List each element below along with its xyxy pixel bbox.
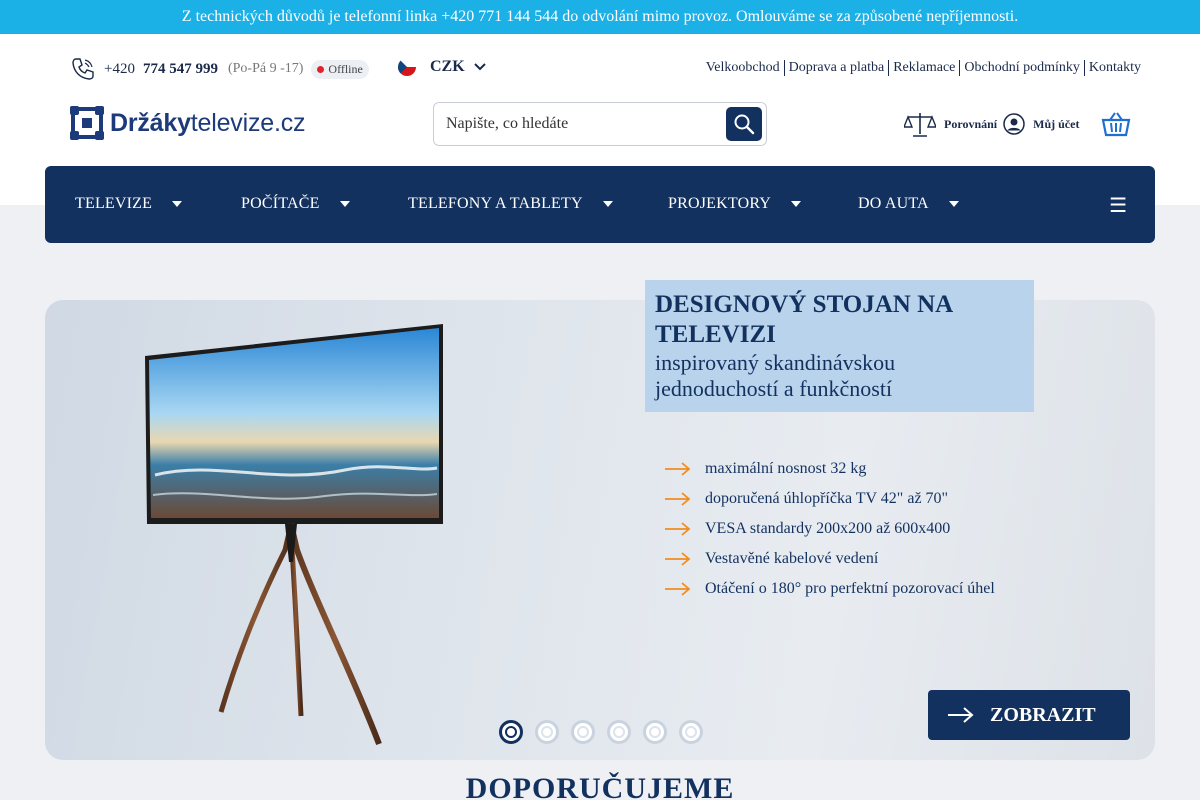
slider-dot[interactable] — [499, 720, 523, 744]
account-link[interactable]: Můj účet — [1033, 117, 1079, 132]
nav-item-label: TELEFONY A TABLETY — [408, 195, 583, 212]
status-label: Offline — [328, 61, 363, 76]
opening-hours: (Po-Pá 9 -17) — [227, 61, 304, 76]
logo-text: Držákytelevize.cz — [110, 108, 306, 138]
logo-text-light: televize.cz — [190, 108, 306, 137]
arrow-right-icon — [665, 522, 691, 536]
promo-subtitle: inspirovaný skandinávskou jednoduchostí … — [655, 350, 896, 401]
header-actions: Porovnání Můj účet — [904, 110, 1131, 138]
feature-text: Vestavěné kabelové vedení — [705, 550, 879, 567]
arrow-right-icon — [665, 552, 691, 566]
logo-bracket-icon — [70, 106, 104, 140]
contact-info: +420 774 547 999 (Po-Pá 9 -17) Offline — [70, 56, 369, 82]
scales-compare-icon[interactable] — [904, 110, 936, 138]
chevron-down-icon — [473, 63, 486, 71]
main-navigation: TELEVIZE POČÍTAČE TELEFONY A TABLETY PRO… — [45, 166, 1155, 243]
link-doprava-a-platba[interactable]: Doprava a platba — [783, 60, 889, 76]
feature-text: Otáčení o 180° pro perfektní pozorovací … — [705, 580, 995, 597]
promo-headline-box: DESIGNOVÝ STOJAN NA TELEVIZI inspirovaný… — [645, 280, 1034, 412]
feature-text: doporučená úhlopříčka TV 42" až 70" — [705, 490, 949, 507]
show-button-label: ZOBRAZIT — [990, 703, 1096, 726]
announcement-text: Z technických důvodů je telefonní linka … — [181, 8, 1019, 25]
link-kontakty[interactable]: Kontakty — [1083, 60, 1145, 76]
show-button[interactable]: ZOBRAZIT — [928, 690, 1130, 740]
shopping-basket-icon[interactable] — [1101, 111, 1131, 137]
arrow-right-icon — [665, 582, 691, 596]
logo-text-bold: Držáky — [110, 108, 191, 137]
search-input[interactable] — [446, 111, 716, 137]
feature-list: maximální nosnost 32 kg doporučená úhlop… — [665, 454, 995, 604]
status-badge: Offline — [311, 59, 369, 79]
caret-down-icon — [339, 201, 350, 207]
search-box — [433, 102, 767, 146]
promo-title: DESIGNOVÝ STOJAN NA TELEVIZI — [655, 291, 952, 348]
arrow-right-icon — [948, 707, 974, 723]
nav-item-telefony-a-tablety[interactable]: TELEFONY A TABLETY — [408, 195, 613, 213]
list-item: Otáčení o 180° pro perfektní pozorovací … — [665, 574, 995, 604]
user-account-icon[interactable] — [1003, 113, 1025, 135]
slider-dot[interactable] — [679, 720, 703, 744]
search-button[interactable] — [726, 107, 762, 141]
currency-selector[interactable]: CZK — [398, 58, 487, 76]
feature-text: VESA standardy 200x200 až 600x400 — [705, 520, 951, 537]
tv-stand-product-image — [145, 324, 443, 746]
slider-dot[interactable] — [643, 720, 667, 744]
link-obchodni-podminky[interactable]: Obchodní podmínky — [959, 60, 1084, 76]
slider-dot[interactable] — [571, 720, 595, 744]
czech-flag-icon — [398, 58, 416, 76]
nav-item-projektory[interactable]: PROJEKTORY — [668, 195, 802, 213]
search-icon — [734, 114, 755, 135]
nav-item-label: DO AUTA — [858, 195, 929, 212]
slider-dot[interactable] — [535, 720, 559, 744]
announcement-bar: Z technických důvodů je telefonní linka … — [0, 0, 1200, 34]
top-links: Velkoobchod Doprava a platba Reklamace O… — [702, 60, 1145, 76]
phone-prefix: +420 — [104, 60, 135, 77]
list-item: VESA standardy 200x200 až 600x400 — [665, 514, 995, 544]
compare-link[interactable]: Porovnání — [944, 117, 997, 132]
list-item: maximální nosnost 32 kg — [665, 454, 995, 484]
currency-code: CZK — [430, 58, 465, 75]
phone-icon — [72, 58, 94, 80]
slider-dot[interactable] — [607, 720, 631, 744]
caret-down-icon — [602, 201, 613, 207]
nav-item-label: TELEVIZE — [75, 195, 153, 212]
status-dot-icon — [317, 65, 325, 73]
caret-down-icon — [172, 201, 183, 207]
nav-item-label: POČÍTAČE — [241, 195, 320, 212]
section-title: DOPORUČUJEME — [465, 772, 735, 800]
arrow-right-icon — [665, 462, 691, 476]
site-logo[interactable]: Držákytelevize.cz — [70, 106, 306, 140]
link-reklamace[interactable]: Reklamace — [888, 60, 959, 76]
caret-down-icon — [948, 201, 959, 207]
phone-number[interactable]: 774 547 999 — [143, 61, 218, 78]
link-velkoobchod[interactable]: Velkoobchod — [702, 60, 784, 76]
caret-down-icon — [791, 201, 802, 207]
nav-item-label: PROJEKTORY — [668, 195, 772, 212]
list-item: Vestavěné kabelové vedení — [665, 544, 995, 574]
nav-item-televize[interactable]: TELEVIZE — [75, 195, 183, 213]
hamburger-icon[interactable]: ☰ — [1109, 193, 1127, 218]
list-item: doporučená úhlopříčka TV 42" až 70" — [665, 484, 995, 514]
feature-text: maximální nosnost 32 kg — [705, 460, 867, 477]
arrow-right-icon — [665, 492, 691, 506]
slider-pagination — [499, 720, 715, 744]
nav-item-pocitace[interactable]: POČÍTAČE — [241, 195, 350, 213]
nav-item-do-auta[interactable]: DO AUTA — [858, 195, 959, 213]
